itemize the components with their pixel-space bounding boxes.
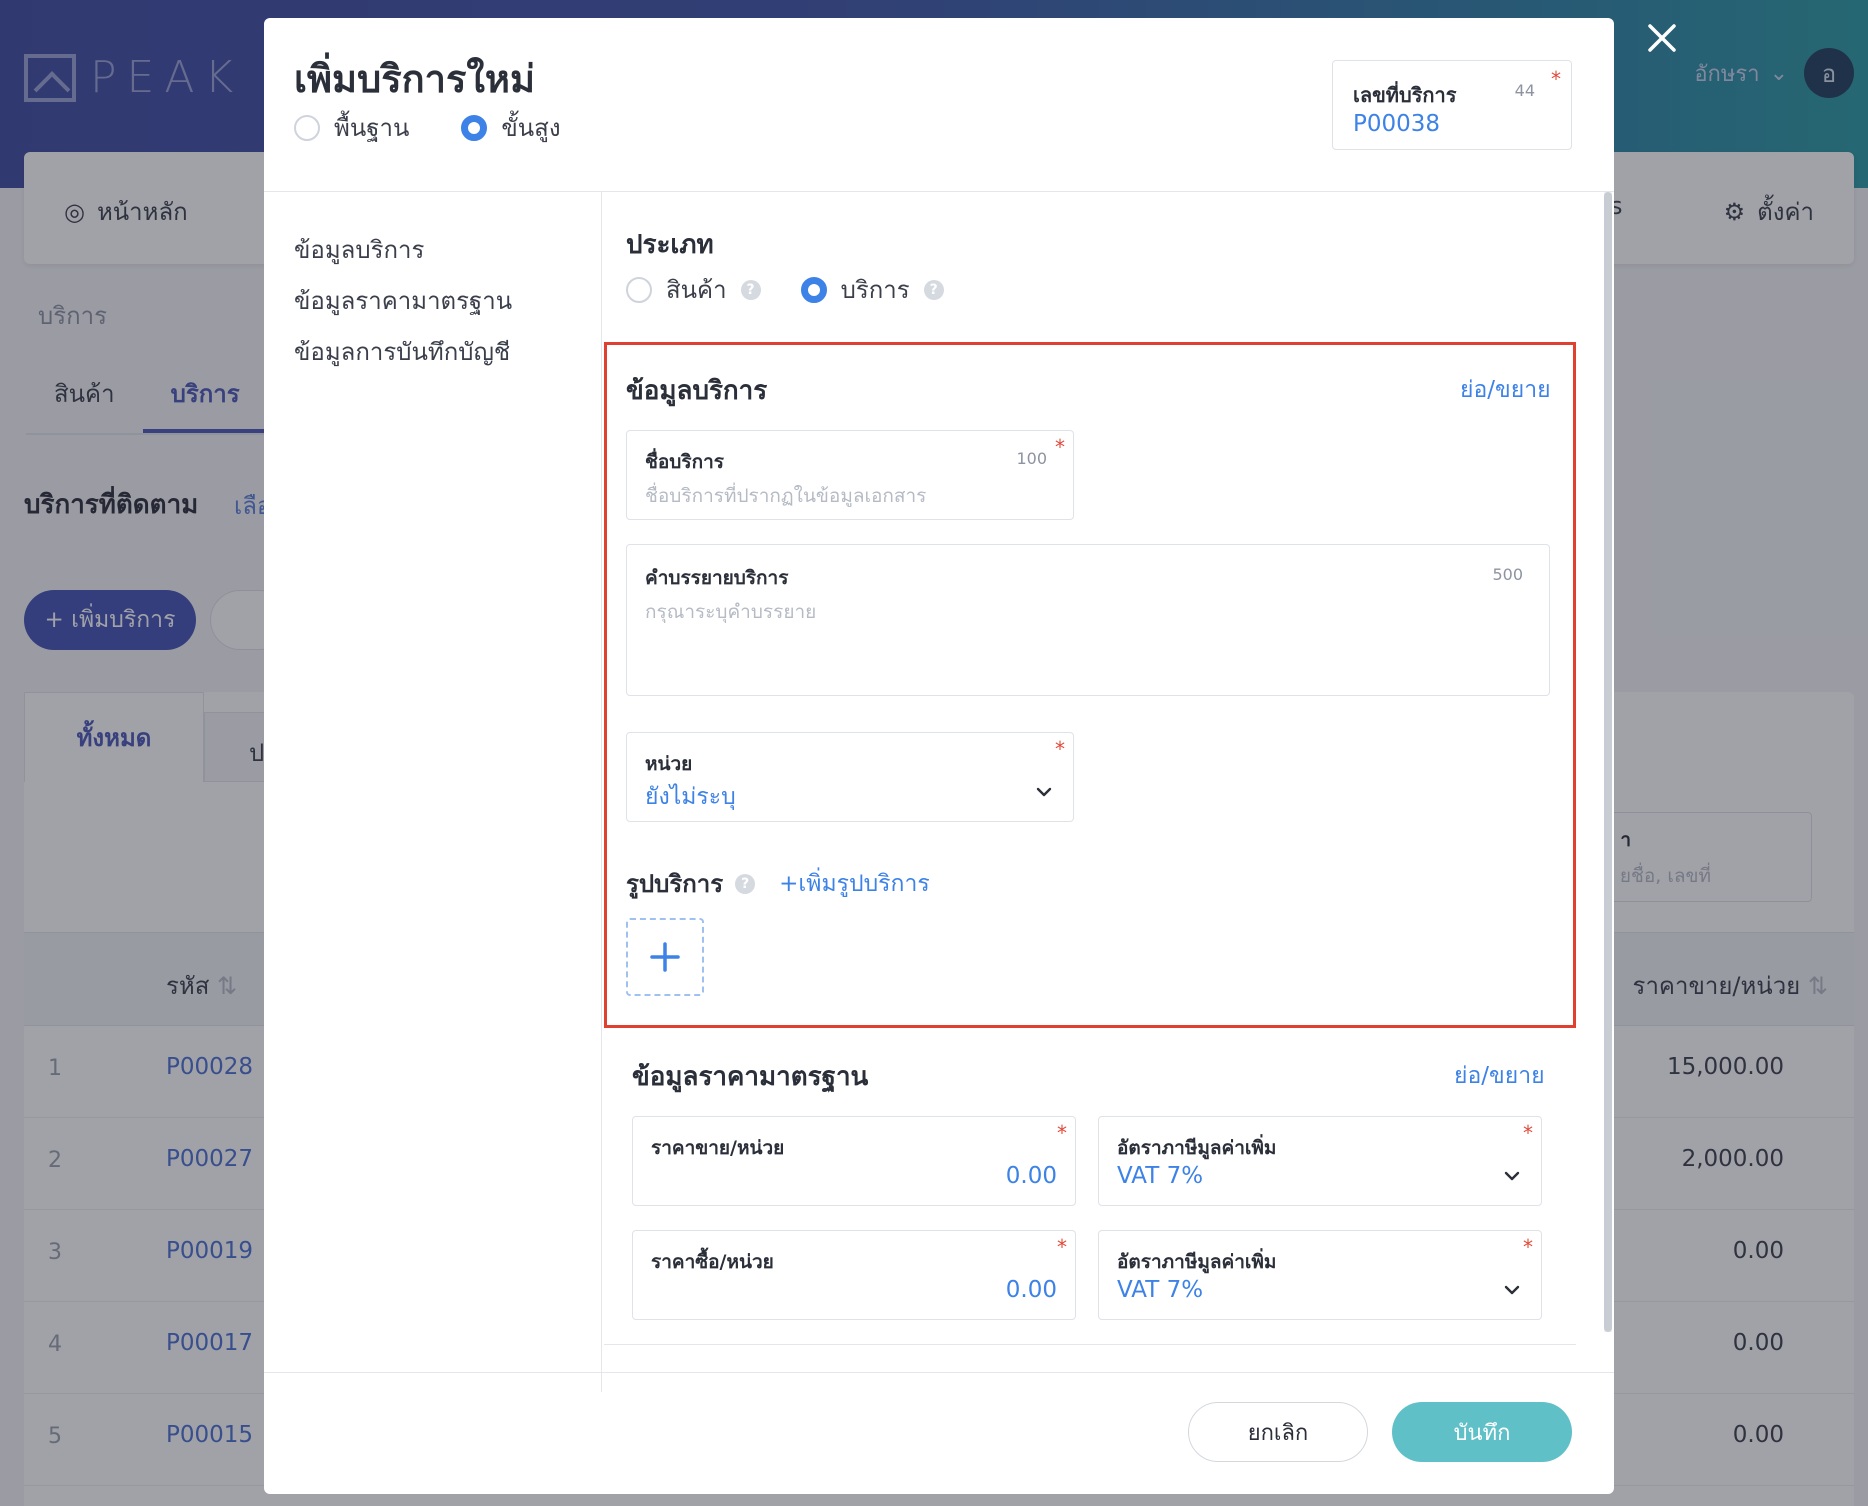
service-info-toggle[interactable]: ย่อ/ขยาย	[1460, 372, 1551, 408]
mode-advanced-label: ขั้นสูง	[501, 114, 561, 142]
service-info-title: ข้อมูลบริการ	[626, 376, 768, 406]
image-upload-button[interactable]	[626, 918, 704, 996]
footer-divider	[264, 1372, 1614, 1373]
standard-price-toggle[interactable]: ย่อ/ขยาย	[1454, 1058, 1545, 1094]
section-nav-service-info[interactable]: ข้อมูลบริการ	[294, 230, 512, 264]
sell-vat-label: อัตราภาษีมูลค่าเพิ่ม	[1117, 1137, 1277, 1159]
type-service-option[interactable]: บริการ ?	[800, 270, 944, 309]
required-mark: *	[1057, 1235, 1067, 1259]
unit-select[interactable]: หน่วย * ยังไม่ระบุ	[626, 732, 1074, 822]
plus-icon	[650, 942, 680, 972]
sell-price-value: 0.00	[1005, 1163, 1057, 1189]
close-icon[interactable]	[1640, 16, 1684, 60]
type-product-option[interactable]: สินค้า ?	[626, 270, 761, 309]
required-mark: *	[1523, 1121, 1533, 1145]
add-service-modal: เพิ่มบริการใหม่ พื้นฐาน ขั้นสูง เลขที่บร…	[264, 18, 1614, 1494]
buy-price-field[interactable]: ราคาซื้อ/หน่วย * 0.00	[632, 1230, 1076, 1320]
char-count: 44	[1514, 81, 1535, 100]
divider	[601, 192, 602, 1392]
help-icon[interactable]: ?	[923, 279, 944, 300]
required-mark: *	[1055, 737, 1065, 761]
service-name-placeholder: ชื่อบริการที่ปรากฏในข้อมูลเอกสาร	[645, 485, 927, 507]
char-count: 100	[1016, 449, 1047, 468]
service-number-value[interactable]: P00038	[1353, 111, 1440, 137]
service-image-label: รูปบริการ	[626, 870, 724, 898]
mode-selector: พื้นฐาน ขั้นสูง	[294, 108, 561, 147]
standard-price-title: ข้อมูลราคามาตรฐาน	[632, 1062, 869, 1092]
unit-value: ยังไม่ระบุ	[645, 784, 736, 810]
section-nav-accounting[interactable]: ข้อมูลการบันทึกบัญชี	[294, 332, 512, 366]
help-icon[interactable]: ?	[735, 873, 756, 894]
help-icon[interactable]: ?	[740, 279, 761, 300]
modal-title: เพิ่มบริการใหม่	[294, 57, 536, 101]
required-mark: *	[1551, 67, 1561, 91]
scrollbar-thumb[interactable]	[1604, 192, 1612, 1332]
unit-label: หน่วย	[645, 753, 693, 775]
service-name-field[interactable]: ชื่อบริการ 100 * ชื่อบริการที่ปรากฏในข้อ…	[626, 430, 1074, 520]
type-selector: สินค้า ? บริการ ?	[626, 270, 944, 309]
cancel-button[interactable]: ยกเลิก	[1188, 1402, 1368, 1462]
radio-unchecked-icon[interactable]	[626, 276, 652, 303]
chevron-down-icon	[1504, 1285, 1520, 1295]
service-number-field[interactable]: เลขที่บริการ 44 * P00038	[1332, 60, 1572, 150]
add-image-link[interactable]: +เพิ่มรูปบริการ	[779, 866, 930, 902]
section-nav-standard-price[interactable]: ข้อมูลราคามาตรฐาน	[294, 281, 512, 315]
type-product-label: สินค้า	[666, 276, 727, 304]
type-service-label: บริการ	[840, 276, 910, 304]
mode-basic-label: พื้นฐาน	[334, 114, 410, 142]
sell-vat-value: VAT 7%	[1117, 1163, 1204, 1189]
service-image-row: รูปบริการ ? +เพิ่มรูปบริการ	[626, 864, 930, 903]
modal-header: เพิ่มบริการใหม่ พื้นฐาน ขั้นสูง เลขที่บร…	[264, 18, 1614, 192]
required-mark: *	[1523, 1235, 1533, 1259]
buy-vat-label: อัตราภาษีมูลค่าเพิ่ม	[1117, 1251, 1277, 1273]
mode-basic-option[interactable]: พื้นฐาน	[294, 108, 409, 147]
chevron-down-icon	[1504, 1171, 1520, 1181]
required-mark: *	[1057, 1121, 1067, 1145]
section-nav: ข้อมูลบริการ ข้อมูลราคามาตรฐาน ข้อมูลการ…	[294, 230, 512, 366]
service-number-label: เลขที่บริการ	[1353, 83, 1457, 107]
service-description-placeholder: กรุณาระบุคำบรรยาย	[645, 601, 817, 623]
service-description-field[interactable]: คำบรรยายบริการ 500 กรุณาระบุคำบรรยาย	[626, 544, 1550, 696]
divider	[604, 1344, 1576, 1345]
scrollbar[interactable]	[1604, 192, 1612, 1332]
char-count: 500	[1492, 565, 1523, 584]
chevron-down-icon	[1036, 787, 1052, 797]
buy-price-label: ราคาซื้อ/หน่วย	[651, 1251, 774, 1273]
sell-price-label: ราคาขาย/หน่วย	[651, 1137, 785, 1159]
radio-checked-icon[interactable]	[461, 114, 488, 141]
mode-advanced-option[interactable]: ขั้นสูง	[461, 108, 561, 147]
save-button[interactable]: บันทึก	[1392, 1402, 1572, 1462]
radio-checked-icon[interactable]	[800, 276, 827, 303]
service-description-label: คำบรรยายบริการ	[645, 567, 789, 589]
radio-unchecked-icon[interactable]	[294, 114, 320, 141]
sell-price-field[interactable]: ราคาขาย/หน่วย * 0.00	[632, 1116, 1076, 1206]
buy-price-value: 0.00	[1005, 1277, 1057, 1303]
buy-vat-select[interactable]: อัตราภาษีมูลค่าเพิ่ม * VAT 7%	[1098, 1230, 1542, 1320]
type-title: ประเภท	[626, 230, 714, 260]
buy-vat-value: VAT 7%	[1117, 1277, 1204, 1303]
service-name-label: ชื่อบริการ	[645, 451, 724, 473]
sell-vat-select[interactable]: อัตราภาษีมูลค่าเพิ่ม * VAT 7%	[1098, 1116, 1542, 1206]
required-mark: *	[1055, 435, 1065, 459]
